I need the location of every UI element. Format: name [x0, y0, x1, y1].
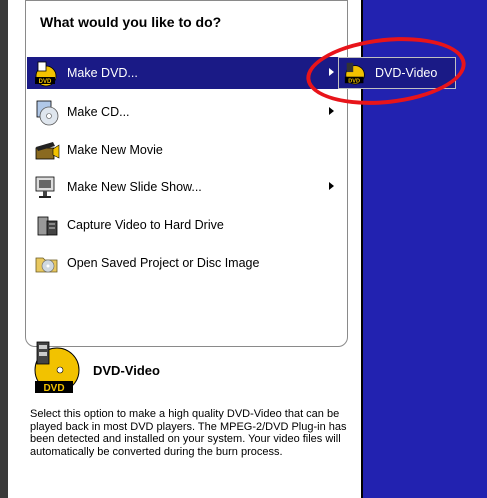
menu-item-capture-video[interactable]: Capture Video to Hard Drive [27, 209, 346, 241]
chevron-right-icon [329, 107, 334, 115]
open-folder-icon [35, 257, 58, 273]
menu-item-label: Make CD... [67, 105, 130, 119]
menu-item-label: Open Saved Project or Disc Image [67, 256, 260, 270]
menu-item-make-dvd[interactable]: DVD Make DVD... [27, 57, 346, 89]
menu-item-label: Make New Movie [67, 143, 163, 157]
menu-item-make-new-movie[interactable]: Make New Movie [27, 134, 346, 166]
movie-clapper-icon [35, 142, 60, 160]
slideshow-icon [35, 176, 55, 198]
info-title: DVD-Video [93, 363, 160, 378]
capture-video-icon [37, 216, 58, 236]
menu-title: What would you like to do? [40, 14, 222, 30]
svg-text:DVD: DVD [43, 383, 64, 394]
menu-item-make-cd[interactable]: Make CD... [27, 96, 346, 128]
menu-item-open-saved-project[interactable]: Open Saved Project or Disc Image [27, 247, 346, 279]
dvd-disc-icon: DVD [35, 61, 57, 87]
menu-item-label: Make New Slide Show... [67, 180, 202, 194]
app-window: What would you like to do? DVD Make DVD.… [0, 0, 487, 498]
left-window-edge [0, 0, 8, 498]
cd-disc-icon [36, 100, 59, 126]
chevron-right-icon [329, 182, 334, 190]
info-description: Select this option to make a high qualit… [30, 408, 347, 458]
menu-item-make-new-slide-show[interactable]: Make New Slide Show... [27, 171, 346, 203]
menu-item-label: Capture Video to Hard Drive [67, 218, 224, 232]
svg-text:DVD: DVD [39, 79, 52, 85]
dvd-video-large-icon: DVD [34, 341, 80, 394]
menu-item-label: Make DVD... [67, 66, 138, 80]
